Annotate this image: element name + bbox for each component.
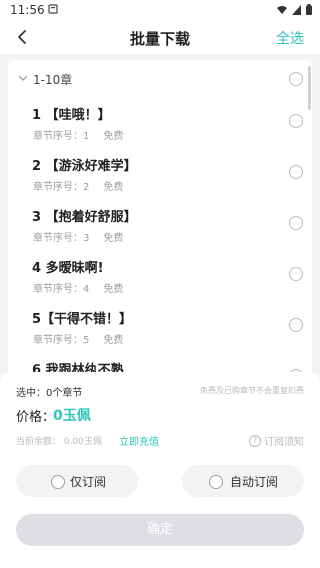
price-value: 0玉佩: [53, 408, 91, 424]
chapter-meta: 章节序号：4 免费: [33, 280, 123, 295]
chapter-item[interactable]: 2 【游泳好难学】 章节序号：2 免费: [8, 155, 312, 206]
chapter-number: 章节序号：3: [33, 233, 90, 244]
header: 批量下载 全选: [0, 20, 320, 54]
group-select-radio[interactable]: [289, 72, 303, 86]
chapter-meta: 章节序号：3 免费: [33, 229, 123, 244]
chapter-select-radio[interactable]: [289, 318, 303, 332]
chapter-title: 1 【哇哦！】: [32, 108, 111, 123]
subscribe-only-option[interactable]: 仅订阅: [16, 465, 138, 497]
chapter-price: 免费: [103, 182, 124, 193]
subscribe-only-label: 仅订阅: [70, 475, 107, 489]
help-icon: ?: [249, 434, 261, 447]
chapter-item[interactable]: 4 多暧昧啊! 章节序号：4 免费: [8, 257, 312, 308]
chapter-number: 章节序号：1: [33, 131, 90, 142]
chapter-price: 免费: [103, 284, 124, 295]
subscribe-only-radio[interactable]: [51, 475, 65, 489]
chapter-price: 免费: [103, 131, 124, 142]
price-label: 价格：: [16, 410, 56, 425]
chapter-item[interactable]: 3 【抱着好舒服】 章节序号：3 免费: [8, 206, 312, 257]
auto-subscribe-radio[interactable]: [209, 475, 223, 489]
status-bar: 11:56: [0, 0, 320, 20]
chapter-group-label: 1-10章: [33, 73, 73, 87]
chapter-select-radio[interactable]: [289, 165, 303, 179]
chapter-select-radio[interactable]: [289, 216, 303, 230]
select-all-button[interactable]: 全选: [276, 28, 304, 48]
balance-text: 当前余额： 0.00玉佩: [16, 437, 102, 447]
chapter-price: 免费: [103, 335, 124, 346]
chapter-title: 4 多暧昧啊!: [32, 261, 104, 276]
chapter-number: 章节序号：4: [33, 284, 90, 295]
chapter-select-radio[interactable]: [289, 114, 303, 128]
chapter-price: 免费: [103, 233, 124, 244]
chapter-number: 章节序号：2: [33, 182, 90, 193]
status-icons: [277, 4, 312, 15]
chapter-title: 3 【抱着好舒服】: [32, 210, 137, 225]
purchase-panel: 选中：0个章节 免费及已购章节不会重复扣费 价格： 0玉佩 当前余额： 0.00…: [0, 372, 320, 568]
wifi-icon: [277, 5, 287, 14]
confirm-button[interactable]: 确定: [16, 514, 304, 546]
chevron-down-icon: [18, 75, 28, 81]
chapter-group-header[interactable]: 1-10章: [8, 60, 312, 96]
notification-icon: [48, 4, 58, 14]
chapter-meta: 章节序号：2 免费: [33, 178, 123, 193]
chapter-title: 5【干得不错！】: [32, 312, 133, 327]
auto-subscribe-option[interactable]: 自动订阅: [182, 465, 304, 497]
subscription-notice-label: 订阅须知: [264, 437, 304, 448]
auto-subscribe-label: 自动订阅: [230, 475, 279, 489]
chapter-meta: 章节序号：1 免费: [33, 127, 123, 142]
page-title: 批量下载: [129, 30, 190, 48]
recharge-link[interactable]: 立即充值: [119, 433, 159, 448]
chapter-item[interactable]: 5【干得不错！】 章节序号：5 免费: [8, 308, 312, 359]
signal-icon: [292, 4, 301, 15]
chapter-item[interactable]: 1 【哇哦！】 章节序号：1 免费: [8, 104, 312, 155]
charge-notice: 免费及已购章节不会重复扣费: [200, 386, 304, 395]
status-time: 11:56: [10, 3, 45, 17]
battery-icon: [306, 4, 312, 15]
subscription-notice-link[interactable]: ? 订阅须知: [249, 433, 304, 448]
chapter-title: 2 【游泳好难学】: [32, 159, 137, 174]
chapter-meta: 章节序号：5 免费: [33, 331, 123, 346]
selected-count: 选中：0个章节: [16, 388, 83, 399]
chapter-select-radio[interactable]: [289, 267, 303, 281]
scrollbar[interactable]: [308, 66, 311, 110]
chapter-number: 章节序号：5: [33, 335, 90, 346]
chapter-list: 1-10章 1 【哇哦！】 章节序号：1 免费 2 【游泳好难学】 章节序号：2 免…: [8, 60, 312, 380]
